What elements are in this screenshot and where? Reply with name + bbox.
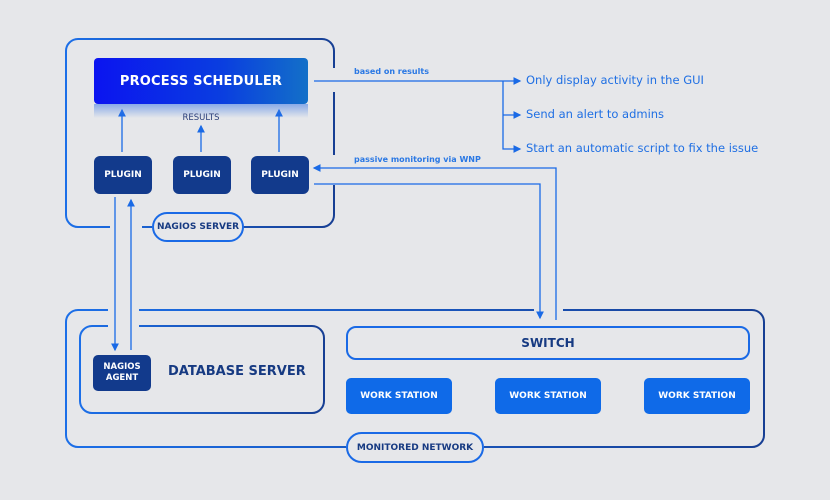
nagios-server-label: NAGIOS SERVER [152,212,244,242]
action-auto-script: Start an automatic script to fix the iss… [526,141,759,155]
based-on-results-label: based on results [354,67,429,76]
plugin-3[interactable]: PLUGIN [251,156,309,194]
results-label: RESULTS [182,113,220,123]
agent-label: NAGIOS AGENT [103,362,141,383]
passive-monitoring-label: passive monitoring via WNP [354,155,481,164]
work-station-1[interactable]: WORK STATION [346,378,452,414]
action-display-gui: Only display activity in the GUI [526,73,704,87]
plugin-2[interactable]: PLUGIN [173,156,231,194]
work-station-3[interactable]: WORK STATION [644,378,750,414]
action-send-alert: Send an alert to admins [526,107,665,121]
nagios-agent[interactable]: NAGIOS AGENT [93,355,151,391]
switch[interactable]: SWITCH [346,326,750,360]
plugin-1[interactable]: PLUGIN [94,156,152,194]
work-station-2[interactable]: WORK STATION [495,378,601,414]
process-scheduler[interactable]: PROCESS SCHEDULER [94,58,308,104]
database-server-title: DATABASE SERVER [168,364,306,379]
monitored-network-label: MONITORED NETWORK [346,432,484,463]
